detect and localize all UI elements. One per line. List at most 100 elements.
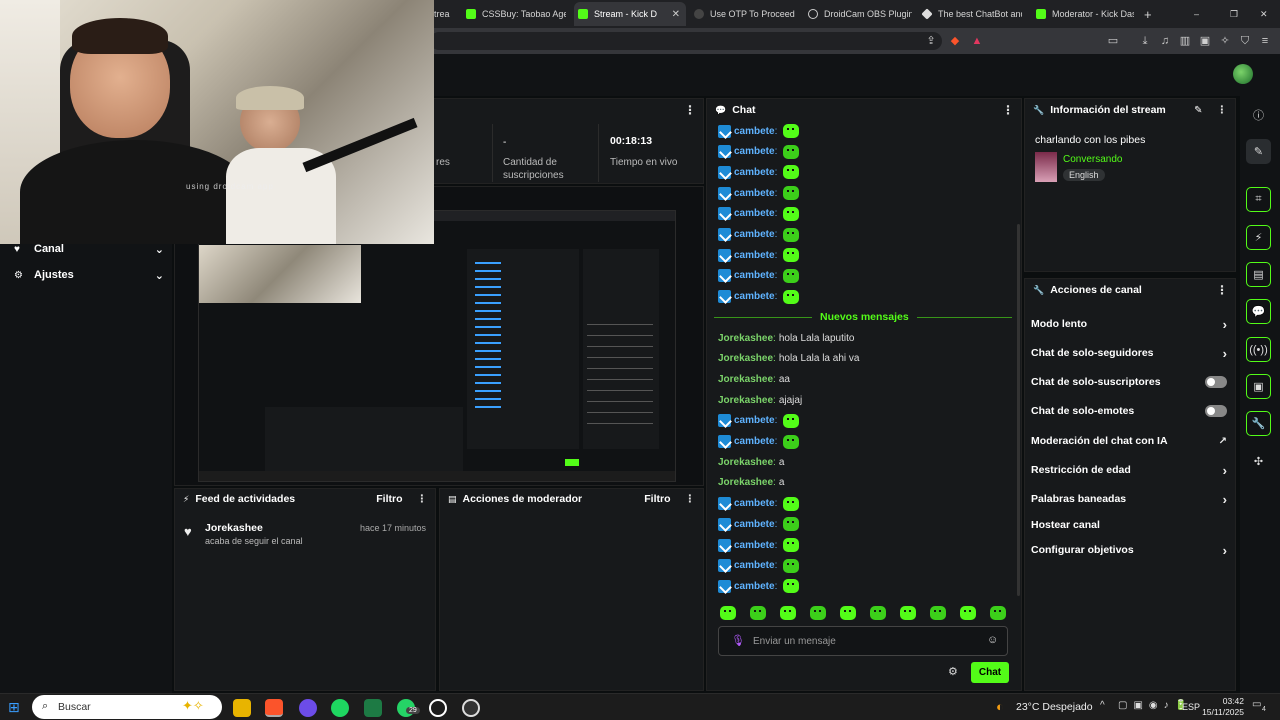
panel-menu-icon[interactable]: ⋮ <box>685 493 696 505</box>
notification-icon[interactable]: ▭ <box>1252 699 1261 710</box>
kick-emote-icon[interactable] <box>783 496 800 511</box>
share-icon[interactable]: ⇪ <box>924 34 938 48</box>
emoji-icon[interactable]: ☺ <box>987 634 998 646</box>
chat-input[interactable]: 🎙 Enviar un mensaje ☺ <box>718 626 1008 656</box>
edit-icon[interactable]: ✎ <box>1246 139 1271 164</box>
kick-emote-icon[interactable] <box>783 538 800 552</box>
chat-username[interactable]: cambete <box>734 188 775 199</box>
chat-icon[interactable]: 💬 <box>1246 299 1271 324</box>
quick-emote-icon[interactable] <box>990 606 1006 620</box>
chat-username[interactable]: Jorekashee <box>718 457 773 468</box>
channel-action-item[interactable]: Configurar objetivos › <box>1031 541 1227 559</box>
tab-cssbuy[interactable]: CSSBuy: Taobao Agent <box>462 2 566 26</box>
focus-icon[interactable]: ⌗ <box>1246 187 1271 212</box>
quick-emote-icon[interactable] <box>720 606 736 620</box>
channel-action-item[interactable]: Moderación del chat con IA ↗ <box>1031 432 1227 450</box>
quick-emote-icon[interactable] <box>840 606 856 620</box>
chat-username[interactable]: Jorekashee <box>718 395 773 406</box>
kick-emote-icon[interactable] <box>783 434 800 449</box>
chat-username[interactable]: cambete <box>734 560 775 571</box>
taskbar-search[interactable]: ⌕ Buscar ✦✧ <box>32 695 222 719</box>
tab-0[interactable]: trea <box>430 2 460 26</box>
close-tab-icon[interactable]: ✕ <box>672 9 686 20</box>
chat-username[interactable]: cambete <box>734 540 775 551</box>
chat-username[interactable]: cambete <box>734 519 775 530</box>
microphone-icon[interactable]: 🎙 <box>731 634 745 647</box>
chat-username[interactable]: cambete <box>734 415 775 426</box>
bolt-icon[interactable]: ⚡ <box>1246 225 1271 250</box>
wallet-icon[interactable]: ▣ <box>1198 34 1212 48</box>
tab-otp[interactable]: Use OTP To Proceed - <box>690 2 796 26</box>
chat-username[interactable]: cambete <box>734 208 775 219</box>
kick-emote-icon[interactable] <box>783 206 800 221</box>
url-field[interactable] <box>430 32 942 50</box>
chat-username[interactable]: cambete <box>734 229 775 240</box>
chat-username[interactable]: Jorekashee <box>718 477 773 488</box>
channel-action-item[interactable]: Chat de solo-seguidores › <box>1031 344 1227 362</box>
filter-button[interactable]: Filtro <box>644 493 670 505</box>
quick-emote-icon[interactable] <box>870 606 886 620</box>
chat-username[interactable]: cambete <box>734 581 775 592</box>
chat-username[interactable]: Jorekashee <box>718 374 773 385</box>
nav-ajustes[interactable]: ⚙ Ajustes ⌄ <box>14 268 164 282</box>
add-widget-icon[interactable]: ✣ <box>1246 449 1271 474</box>
channel-action-item[interactable]: Restricción de edad › <box>1031 461 1227 479</box>
quick-emote-icon[interactable] <box>930 606 946 620</box>
tab-chatbot[interactable]: The best ChatBot and <box>918 2 1022 26</box>
kick-emote-icon[interactable] <box>783 227 800 242</box>
media-player-icon[interactable] <box>429 699 447 717</box>
channel-action-item[interactable]: Palabras baneadas › <box>1031 490 1227 508</box>
chat-menu-icon[interactable]: ⋮ <box>1002 103 1014 117</box>
leo-icon[interactable]: ✧ <box>1218 34 1232 48</box>
channel-action-item[interactable]: Hostear canal <box>1031 516 1227 534</box>
tray-chevron-icon[interactable]: ^ <box>1100 700 1105 711</box>
kick-emote-icon[interactable] <box>783 289 800 304</box>
brave-shield-icon[interactable]: ◆ <box>948 34 962 48</box>
panel-menu-icon[interactable]: ⋮ <box>684 103 696 117</box>
chat-username[interactable]: Jorekashee <box>718 333 773 344</box>
channel-action-item[interactable]: Modo lento › <box>1031 315 1227 333</box>
kick-emote-icon[interactable] <box>783 579 800 594</box>
weather-text[interactable]: 23°C Despejado <box>1016 701 1093 713</box>
chat-username[interactable]: cambete <box>734 167 775 178</box>
maximize-icon[interactable]: ❐ <box>1226 2 1240 26</box>
spotify-icon[interactable] <box>331 699 349 717</box>
windows-start-icon[interactable]: ⊞ <box>8 699 24 715</box>
activity-user[interactable]: Jorekashee <box>205 522 263 534</box>
brave-icon[interactable] <box>265 699 283 717</box>
chat-username[interactable]: cambete <box>734 436 775 447</box>
quick-emote-icon[interactable] <box>750 606 766 620</box>
tab-droidcam[interactable]: DroidCam OBS Plugin <box>804 2 912 26</box>
close-window-icon[interactable]: ✕ <box>1256 2 1270 26</box>
quick-emote-icon[interactable] <box>780 606 796 620</box>
kick-emote-icon[interactable] <box>783 558 800 573</box>
kick-emote-icon[interactable] <box>783 165 800 180</box>
chat-username[interactable]: cambete <box>734 126 775 137</box>
chat-username[interactable]: cambete <box>734 498 775 509</box>
toggle-switch[interactable] <box>1205 405 1227 417</box>
panel-menu-icon[interactable]: ⋮ <box>417 493 428 505</box>
file-explorer-icon[interactable] <box>233 699 251 717</box>
chat-username[interactable]: cambete <box>734 291 775 302</box>
clock-time[interactable]: 03:42 <box>1208 696 1244 706</box>
kick-emote-icon[interactable] <box>783 186 800 201</box>
stream-preview-video[interactable] <box>198 210 676 482</box>
cast-icon[interactable]: ▭ <box>1106 34 1120 48</box>
panel-menu-icon[interactable]: ⋮ <box>1217 104 1228 116</box>
new-tab-button[interactable]: + <box>1140 2 1160 26</box>
info-icon[interactable]: ⓘ <box>1246 102 1271 127</box>
tab-stream-kick[interactable]: Stream - Kick D ✕ <box>574 2 686 26</box>
chat-username[interactable]: cambete <box>734 146 775 157</box>
category-name[interactable]: Conversando <box>1063 154 1122 165</box>
music-icon[interactable]: ♫ <box>1158 34 1172 48</box>
clipboard-icon[interactable]: ▤ <box>1246 262 1271 287</box>
kick-emote-icon[interactable] <box>783 517 800 532</box>
kick-emote-icon[interactable] <box>783 413 800 428</box>
panel-menu-icon[interactable]: ⋮ <box>1216 283 1228 297</box>
nav-canal[interactable]: ♥ Canal ⌄ <box>14 242 164 256</box>
minimize-icon[interactable]: – <box>1190 2 1204 26</box>
clock-date[interactable]: 15/11/2025 <box>1198 707 1244 717</box>
broadcast-icon[interactable]: ((•)) <box>1246 337 1271 362</box>
tab-moderator[interactable]: Moderator - Kick Dash <box>1032 2 1134 26</box>
chat-send-button[interactable]: Chat <box>971 662 1009 683</box>
